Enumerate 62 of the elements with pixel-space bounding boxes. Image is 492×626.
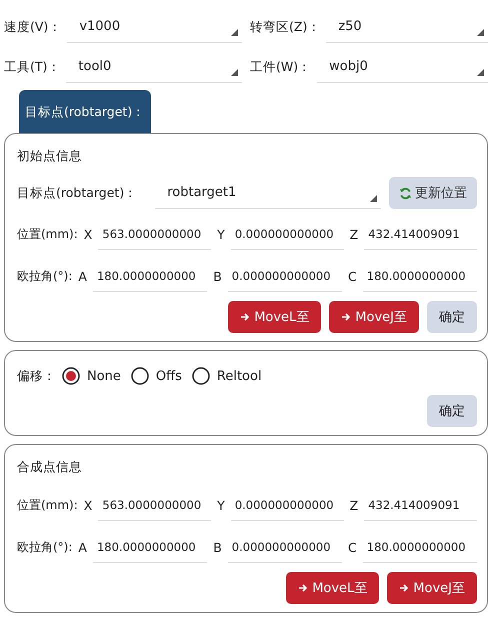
- coordinate-field[interactable]: 432.414009091: [364, 218, 477, 250]
- radio-option[interactable]: Offs: [130, 367, 182, 385]
- dropdown-field[interactable]: tool0: [66, 52, 242, 82]
- tab[interactable]: 目标点(robtarget)：: [19, 90, 152, 133]
- dropdown-corner-icon: [477, 28, 484, 36]
- move-button[interactable]: MoveL至: [228, 301, 322, 333]
- select-label: 工具(T)：: [4, 58, 60, 76]
- select-label: 目标点(robtarget)：: [17, 184, 138, 202]
- move-button[interactable]: MoveJ至: [329, 301, 419, 333]
- arrow-right-icon: [298, 583, 308, 593]
- axis-label: B: [212, 268, 223, 284]
- move-button[interactable]: MoveJ至: [387, 572, 477, 604]
- coordinate-field[interactable]: 432.414009091: [364, 490, 477, 520]
- dropdown-corner-icon: [477, 68, 484, 76]
- dropdown-corner-icon: [231, 28, 238, 36]
- select-label: 转弯区(Z)：: [250, 18, 320, 36]
- confirm-button[interactable]: 确定: [427, 301, 477, 333]
- axis-label: A: [77, 268, 88, 284]
- axis-label: X: [82, 226, 94, 242]
- confirm-button[interactable]: 确定: [427, 395, 477, 427]
- axis-label: Y: [216, 226, 226, 242]
- field-label: 位置(mm):: [17, 496, 78, 514]
- axis-label: Z: [348, 498, 360, 512]
- dropdown-corner-icon: [370, 194, 377, 202]
- refresh-button[interactable]: 更新位置: [389, 177, 477, 209]
- coordinate-field[interactable]: 180.0000000000: [362, 260, 477, 292]
- axis-label: C: [347, 268, 358, 284]
- coordinate-field[interactable]: 563.0000000000: [98, 218, 212, 250]
- coordinate-field[interactable]: 0.000000000000: [230, 218, 344, 250]
- arrow-right-icon: [240, 312, 250, 322]
- move-button[interactable]: MoveL至: [286, 572, 380, 604]
- coordinate-field[interactable]: 0.000000000000: [228, 532, 342, 562]
- coordinate-field[interactable]: 180.0000000000: [362, 532, 477, 562]
- field-label: 位置(mm):: [17, 226, 78, 242]
- coordinate-field[interactable]: 0.000000000000: [228, 260, 342, 292]
- radio-option[interactable]: Reltool: [192, 367, 262, 385]
- select-label: 工件(W)：: [250, 58, 312, 76]
- radio-option[interactable]: None: [62, 367, 121, 385]
- dropdown-field[interactable]: z50: [326, 12, 488, 42]
- axis-label: X: [82, 498, 94, 512]
- dropdown-field[interactable]: wobj0: [317, 52, 488, 82]
- dropdown-corner-icon: [231, 68, 238, 76]
- axis-label: Y: [216, 498, 226, 512]
- option-label: 偏移：: [17, 368, 56, 384]
- arrow-right-icon: [341, 312, 352, 322]
- dropdown-field[interactable]: robtarget1: [155, 178, 381, 208]
- axis-label: B: [212, 540, 223, 554]
- axis-label: A: [77, 540, 88, 554]
- axis-label: Z: [348, 226, 360, 242]
- section-title: 初始点信息: [17, 147, 83, 165]
- axis-label: C: [347, 540, 358, 554]
- coordinate-field[interactable]: 0.000000000000: [230, 490, 344, 520]
- field-label: 欧拉角(°):: [17, 268, 72, 284]
- arrow-right-icon: [399, 583, 410, 593]
- refresh-icon: [399, 186, 412, 200]
- section-title: 合成点信息: [17, 458, 83, 476]
- select-label: 速度(V)：: [4, 18, 62, 36]
- coordinate-field[interactable]: 180.0000000000: [92, 260, 208, 292]
- coordinate-field[interactable]: 180.0000000000: [92, 532, 208, 562]
- coordinate-field[interactable]: 563.0000000000: [98, 490, 212, 520]
- dropdown-field[interactable]: v1000: [67, 12, 242, 42]
- field-label: 欧拉角(°):: [17, 538, 72, 556]
